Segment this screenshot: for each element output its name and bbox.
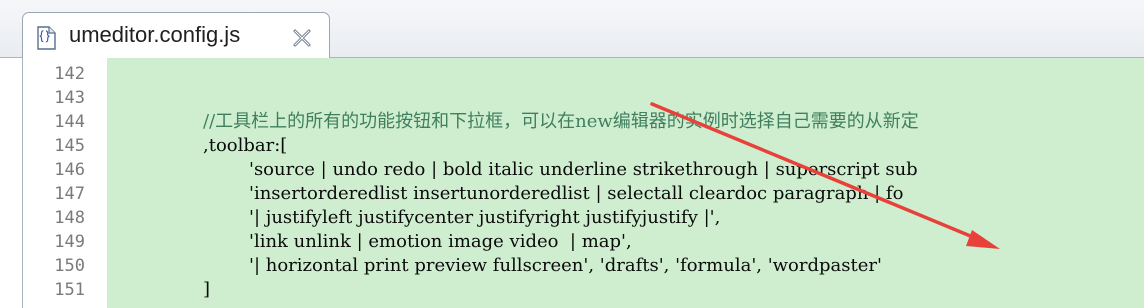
line-number: 149 — [54, 232, 85, 252]
code-line[interactable]: 'link unlink | emotion image video | map… — [107, 230, 919, 254]
code-line[interactable]: 'insertorderedlist insertunorderedlist |… — [107, 182, 919, 206]
code-line[interactable]: '| horizontal print preview fullscreen',… — [107, 254, 919, 278]
line-number: 144 — [54, 112, 85, 132]
line-number: 143 — [54, 88, 85, 108]
close-icon[interactable] — [291, 27, 313, 49]
line-number-list: 142 143 144 145 146 147 148 149 150 151 — [54, 62, 85, 302]
line-number: 142 — [54, 64, 85, 84]
line-number: 150 — [54, 256, 85, 276]
line-number: 146 — [54, 160, 85, 180]
code-line[interactable] — [107, 86, 919, 110]
editor-tab-strip: umeditor.config.js — [0, 0, 1144, 59]
code-line[interactable]: ] — [107, 278, 919, 302]
code-line-list: //工具栏上的所有的功能按钮和下拉框，可以在new编辑器的实例时选择自己需要的从… — [107, 62, 919, 302]
tab-title: umeditor.config.js — [69, 22, 241, 47]
line-number: 148 — [54, 208, 85, 228]
code-line[interactable]: 'source | undo redo | bold italic underl… — [107, 158, 919, 182]
code-comment-line[interactable]: //工具栏上的所有的功能按钮和下拉框，可以在new编辑器的实例时选择自己需要的从… — [107, 110, 919, 134]
code-editor[interactable]: 142 143 144 145 146 147 148 149 150 151 … — [0, 58, 1144, 308]
line-number-gutter: 142 143 144 145 146 147 148 149 150 151 — [23, 58, 107, 308]
line-number: 145 — [54, 136, 85, 156]
code-line[interactable]: ,toolbar:[ — [107, 134, 919, 158]
js-file-icon — [37, 26, 56, 50]
code-line[interactable]: '| justifyleft justifycenter justifyrigh… — [107, 206, 919, 230]
file-tab[interactable]: umeditor.config.js — [22, 12, 330, 59]
code-line[interactable] — [107, 62, 919, 86]
line-number: 147 — [54, 184, 85, 204]
code-text-area[interactable]: //工具栏上的所有的功能按钮和下拉框，可以在new编辑器的实例时选择自己需要的从… — [107, 58, 1144, 308]
line-number: 151 — [54, 280, 85, 300]
